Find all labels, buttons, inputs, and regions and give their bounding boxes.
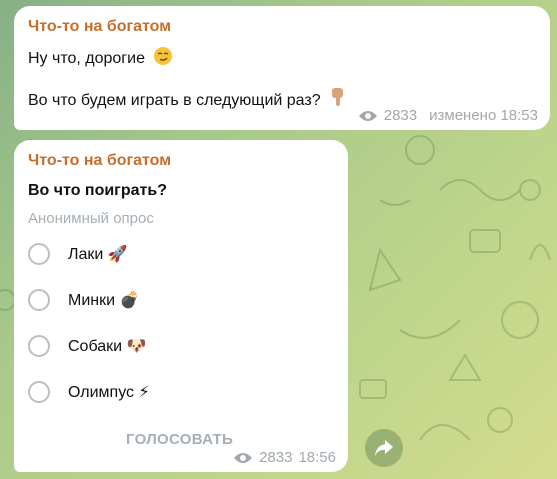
message-text: Ну что, дорогие [28, 50, 145, 67]
lightning-emoji-icon: ⚡ [138, 384, 150, 401]
poll-option-label: Лаки 🚀 [68, 246, 128, 263]
poll-option-label: Олимпус ⚡ [68, 384, 150, 401]
poll-option-label: Минки 💣 [68, 292, 140, 309]
poll-question: Во что поиграть? [28, 182, 167, 199]
poll-type: Анонимный опрос [28, 210, 154, 227]
poll-option-label: Собаки 🐶 [68, 338, 147, 355]
message-time: 18:56 [298, 449, 336, 466]
poll-option[interactable]: Минки 💣 [28, 285, 139, 315]
message-meta: 2833 18:56 [233, 449, 336, 466]
share-arrow-icon [375, 440, 393, 456]
smirk-emoji-icon [153, 46, 173, 71]
poll-message-bubble[interactable]: Что-то на богатом Во что поиграть? Анони… [14, 140, 348, 472]
rocket-emoji-icon: 🚀 [107, 246, 128, 263]
sender-name[interactable]: Что-то на богатом [28, 152, 171, 170]
share-button[interactable] [365, 429, 403, 467]
radio-button[interactable] [28, 289, 50, 311]
radio-button[interactable] [28, 335, 50, 357]
poll-option[interactable]: Олимпус ⚡ [28, 377, 150, 407]
message-bubble[interactable]: Что-то на богатом Ну что, дорогие Во что… [14, 6, 550, 130]
eye-icon [233, 451, 253, 465]
radio-button[interactable] [28, 243, 50, 265]
poll-option[interactable]: Собаки 🐶 [28, 331, 146, 361]
pointing-down-emoji-icon [329, 86, 347, 113]
bomb-emoji-icon: 💣 [119, 292, 140, 309]
message-line: Ну что, дорогие [28, 46, 173, 71]
dog-emoji-icon: 🐶 [126, 338, 147, 355]
vote-button[interactable]: ГОЛОСОВАТЬ [126, 431, 233, 448]
view-count: 2833 [259, 449, 293, 466]
sender-name[interactable]: Что-то на богатом [28, 18, 171, 36]
poll-option[interactable]: Лаки 🚀 [28, 239, 128, 269]
radio-button[interactable] [28, 381, 50, 403]
edited-time: изменено 18:53 [429, 107, 538, 124]
message-meta: 2833 изменено 18:53 [358, 107, 538, 124]
message-text: Во что будем играть в следующий раз? [28, 92, 321, 109]
view-count: 2833 [383, 107, 418, 124]
message-line: Во что будем играть в следующий раз? [28, 86, 347, 113]
eye-icon [358, 109, 378, 123]
